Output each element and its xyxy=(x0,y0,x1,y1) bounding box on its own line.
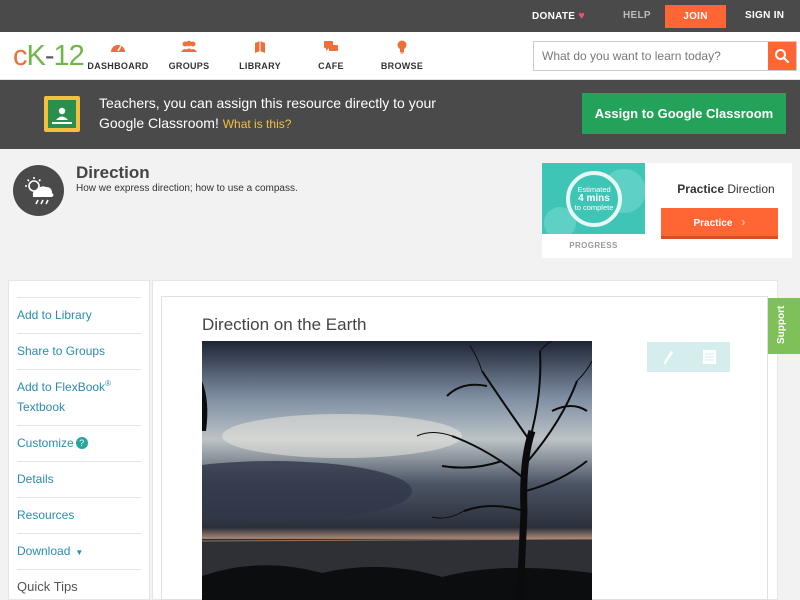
donate-label: DONATE xyxy=(532,11,576,22)
note-icon xyxy=(703,350,716,364)
notes-button[interactable] xyxy=(689,342,730,372)
join-button[interactable]: JOIN xyxy=(665,5,726,28)
cafe-icon xyxy=(295,40,367,56)
share-to-groups-link[interactable]: Share to Groups xyxy=(17,333,141,369)
nav-library[interactable]: LIBRARY xyxy=(224,40,296,71)
details-link[interactable]: Details xyxy=(17,461,141,497)
weather-icon xyxy=(13,165,64,216)
search-input[interactable] xyxy=(534,42,768,70)
highlight-button[interactable] xyxy=(647,342,688,372)
support-tab[interactable]: Support xyxy=(768,298,800,354)
practice-card: Estimated 4 mins to complete PROGRESS Pr… xyxy=(542,163,792,258)
chevron-right-icon: › xyxy=(741,214,746,229)
browse-icon xyxy=(366,40,438,56)
help-link[interactable]: HELP xyxy=(623,0,651,32)
ck12-logo[interactable]: cK-12 xyxy=(13,41,85,71)
banner-text: Teachers, you can assign this resource d… xyxy=(99,95,436,131)
progress-label: PROGRESS xyxy=(569,241,618,250)
concept-subtitle: How we express direction; how to use a c… xyxy=(76,183,298,194)
customize-link[interactable]: Customize? xyxy=(17,425,141,461)
what-is-this-link[interactable]: What is this? xyxy=(223,117,292,131)
top-utility-bar: DONATE ♥ HELP JOIN SIGN IN xyxy=(0,0,800,32)
search-icon xyxy=(775,49,790,64)
practice-title: Practice Direction xyxy=(677,182,775,196)
search-box xyxy=(533,41,797,71)
add-to-library-link[interactable]: Add to Library xyxy=(17,297,141,333)
quick-tips-heading: Quick Tips xyxy=(17,569,141,600)
nav-dashboard[interactable]: DASHBOARD xyxy=(82,40,154,71)
practice-thumbnail[interactable]: Estimated 4 mins to complete xyxy=(542,163,645,234)
resources-link[interactable]: Resources xyxy=(17,497,141,533)
left-sidebar: Add to Library Share to Groups Add to Fl… xyxy=(8,280,150,600)
nav-groups[interactable]: GROUPS xyxy=(153,40,225,71)
lesson-title: Direction on the Earth xyxy=(202,315,367,334)
lesson-photo xyxy=(202,341,592,600)
nav-browse[interactable]: BROWSE xyxy=(366,40,438,71)
pencil-icon xyxy=(663,351,673,365)
google-classroom-icon xyxy=(44,96,80,132)
search-button[interactable] xyxy=(768,42,796,70)
add-to-flexbook-link[interactable]: Add to FlexBook® Textbook xyxy=(17,369,141,425)
library-icon xyxy=(224,40,296,56)
nav-cafe[interactable]: CAFE xyxy=(295,40,367,71)
dashboard-icon xyxy=(82,40,154,56)
heart-icon: ♥ xyxy=(578,10,586,22)
caret-down-icon: ▼ xyxy=(75,548,84,557)
estimated-time-ring: Estimated 4 mins to complete xyxy=(566,171,622,227)
concept-title: Direction xyxy=(76,163,150,182)
groups-icon xyxy=(153,40,225,56)
download-dropdown[interactable]: Download ▼ xyxy=(17,533,141,569)
donate-link[interactable]: DONATE ♥ xyxy=(532,0,585,32)
sign-in-link[interactable]: SIGN IN xyxy=(745,0,784,32)
annotation-toolbar xyxy=(647,342,730,372)
help-question-icon[interactable]: ? xyxy=(75,437,88,449)
main-nav: cK-12 DASHBOARD GROUPS LIBRARY CAFE BROW… xyxy=(0,32,800,80)
assign-google-classroom-button[interactable]: Assign to Google Classroom xyxy=(582,93,786,134)
practice-button[interactable]: Practice › xyxy=(661,208,778,239)
